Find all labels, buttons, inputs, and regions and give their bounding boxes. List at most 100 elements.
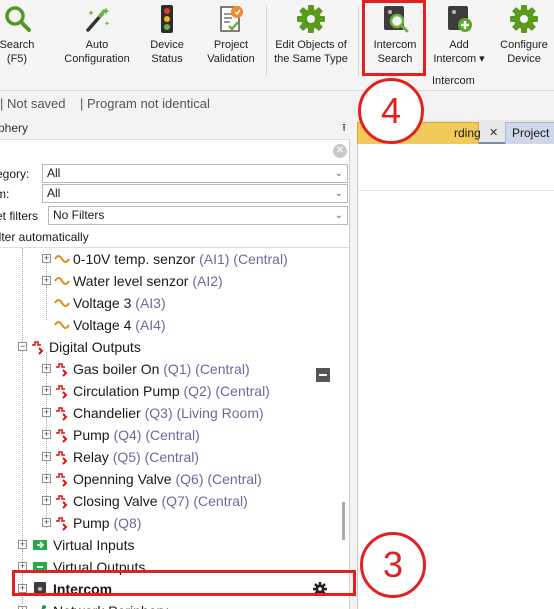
tree-item[interactable]: + Chandelier (Q3) (Living Room) <box>0 402 350 424</box>
tree-item-sub: (Q8) <box>113 515 142 531</box>
clear-filter-icon[interactable]: ✕ <box>333 144 347 158</box>
expand-icon[interactable]: + <box>42 364 51 373</box>
tree-item-sub: (AI3) <box>135 295 166 311</box>
callout-step-3: 3 <box>360 532 426 598</box>
tree-item-name: Pump <box>73 515 110 531</box>
tree-item-name: Relay <box>73 449 109 465</box>
room-filter: m: All ⌄ <box>0 184 350 204</box>
tree-item[interactable]: + Openning Valve (Q6) (Central) <box>0 468 350 490</box>
tree-item-name: Chandelier <box>73 405 141 421</box>
room-select[interactable]: All ⌄ <box>42 184 348 203</box>
tab-project[interactable]: Project <box>505 122 554 144</box>
device-status-button[interactable]: Device Status <box>142 0 192 76</box>
auto-configuration-button[interactable]: Auto Configuration <box>58 0 136 76</box>
expand-icon[interactable]: + <box>42 408 51 417</box>
intercom-add-icon <box>448 6 472 32</box>
preset-value: No Filters <box>53 208 105 222</box>
tree-item-digital-outputs[interactable]: − Digital Outputs <box>0 336 350 358</box>
tree-item-sub: (AI2) <box>192 273 223 289</box>
expand-icon[interactable]: + <box>18 540 27 549</box>
configure-device-button[interactable]: Configure Device <box>494 0 554 76</box>
configure-device-label: Configure Device <box>500 39 548 65</box>
document-check-icon <box>220 6 243 32</box>
search-button-label: Search (F5) <box>0 39 35 65</box>
filter-automatically-option[interactable]: ilter automatically <box>0 230 89 244</box>
tree-item-name: Network Periphery <box>53 600 168 609</box>
tree-item[interactable]: + Relay (Q5) (Central) <box>0 446 350 468</box>
analog-input-icon <box>54 321 70 329</box>
tree-item[interactable]: + 0-10V temp. senzor (AI1) (Central) <box>0 248 350 270</box>
tree-item-name: Water level senzor <box>73 273 189 289</box>
gear-icon <box>510 5 538 33</box>
tree-item-sub: (Q5) (Central) <box>112 449 200 465</box>
expand-icon[interactable]: + <box>42 518 51 527</box>
project-validation-label: Project Validation <box>207 39 255 65</box>
category-filter: egory: All ⌄ <box>0 164 350 184</box>
vertical-scrollbar[interactable] <box>342 502 345 540</box>
tree-item-name: Digital Outputs <box>49 339 141 355</box>
tree-item-virtual-inputs[interactable]: + Virtual Inputs <box>0 534 350 556</box>
edit-objects-same-type-button[interactable]: Edit Objects of the Same Type <box>268 0 354 76</box>
expand-icon[interactable]: + <box>42 452 51 461</box>
tree-item-sub: (Q2) (Central) <box>183 383 270 399</box>
tree-item-sub: (Q4) (Central) <box>113 427 200 443</box>
project-validation-button[interactable]: Project Validation <box>200 0 262 76</box>
add-intercom-label: Add Intercom ▾ <box>433 39 485 65</box>
category-select[interactable]: All ⌄ <box>42 164 348 183</box>
digital-output-icon <box>32 341 44 355</box>
tree-item[interactable]: + Pump (Q4) (Central) <box>0 424 350 446</box>
tree-item-name: Pump <box>73 427 110 443</box>
preset-label: et filters <box>0 209 39 223</box>
ribbon-separator <box>358 6 359 76</box>
expand-icon[interactable]: + <box>42 496 51 505</box>
ribbon-toolbar: Search (F5) Auto Configuration Device St… <box>0 0 554 91</box>
pin-icon[interactable]: ⭱ <box>342 116 346 140</box>
tree-item[interactable]: + Circulation Pump (Q2) (Central) <box>0 380 350 402</box>
chevron-down-icon: ⌄ <box>334 168 343 179</box>
expand-icon[interactable]: + <box>42 430 51 439</box>
intercom-tree-highlight <box>12 570 356 596</box>
tree-item-sub: (Q1) (Central) <box>163 361 250 377</box>
tree-item[interactable]: + Water level senzor (AI2) <box>0 270 350 292</box>
expand-icon[interactable]: + <box>42 386 51 395</box>
analog-input-icon <box>54 255 70 263</box>
collapse-tree-icon[interactable]: − <box>18 342 27 351</box>
tree-item-network-periphery[interactable]: + Network Periphery <box>0 600 350 609</box>
tree-item[interactable]: + Pump (Q8) <box>0 512 350 534</box>
expand-icon[interactable]: + <box>42 254 51 263</box>
tree-item-name: Openning Valve <box>73 471 172 487</box>
expand-icon[interactable]: + <box>42 474 51 483</box>
tree-item-name: Closing Valve <box>73 493 158 509</box>
tree-item-sub: (Q6) (Central) <box>175 471 262 487</box>
close-icon[interactable]: ✕ <box>489 123 498 143</box>
chevron-down-icon: ⌄ <box>334 188 343 199</box>
chevron-down-icon: ⌄ <box>334 210 343 221</box>
digital-output-icon <box>56 407 68 421</box>
tree-item[interactable]: + Closing Valve (Q7) (Central) <box>0 490 350 512</box>
preset-select[interactable]: No Filters ⌄ <box>48 206 348 225</box>
tree-item-sub: (AI4) <box>135 317 166 333</box>
add-intercom-button[interactable]: Add Intercom ▾ <box>428 0 490 76</box>
gear-icon <box>297 5 325 33</box>
digital-output-icon <box>56 495 68 509</box>
tree-item[interactable]: Voltage 3 (AI3) <box>0 292 350 314</box>
intercom-group-label: Intercom <box>432 75 475 87</box>
tab-label: Project <box>512 126 550 140</box>
panel-header: phery ⭱ <box>0 116 350 140</box>
expand-icon[interactable]: + <box>42 276 51 285</box>
ribbon-separator <box>266 6 267 76</box>
panel-title: phery <box>0 121 29 135</box>
virtual-input-icon <box>33 540 47 550</box>
category-value: All <box>47 166 61 180</box>
digital-output-icon <box>56 429 68 443</box>
room-label: m: <box>0 187 10 201</box>
digital-output-icon <box>56 473 68 487</box>
device-status-label: Device Status <box>150 39 184 65</box>
traffic-light-icon <box>161 5 173 33</box>
document-divider <box>357 190 554 191</box>
tree-item[interactable]: + Gas boiler On (Q1) (Central) <box>0 358 350 380</box>
search-button[interactable]: Search (F5) <box>0 0 34 76</box>
magic-wand-icon <box>86 7 110 32</box>
analog-input-icon <box>54 299 70 307</box>
tree-item[interactable]: Voltage 4 (AI4) <box>0 314 350 336</box>
